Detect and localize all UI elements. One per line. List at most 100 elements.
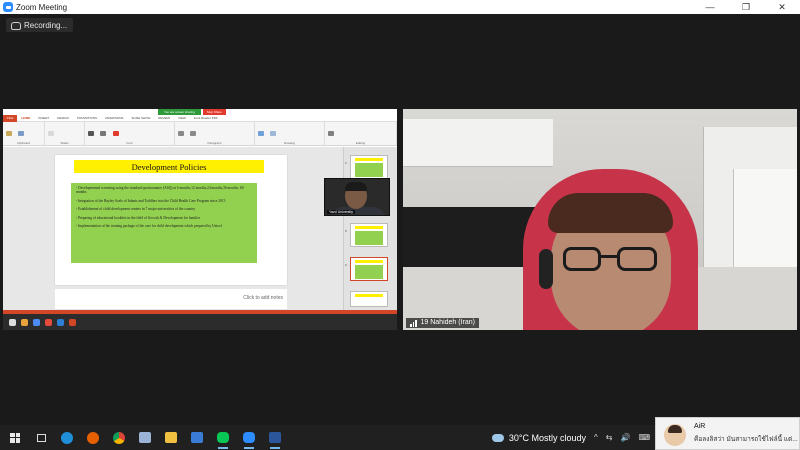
word-icon [269, 432, 281, 443]
speaker-person [563, 247, 601, 271]
zoom-icon [243, 432, 255, 443]
weather-widget[interactable]: 30°C Mostly cloudy [509, 433, 586, 443]
start-button[interactable] [2, 425, 28, 450]
ribbon-group-slides: Slides [45, 122, 85, 146]
video-background [403, 119, 553, 167]
slide-title: Development Policies [74, 160, 264, 173]
ribbon-group-label: Drawing [283, 141, 295, 145]
screen-share-bar: You are screen sharing Stop Share [158, 109, 226, 115]
ppt-ribbon-tabs: FILE HOME INSERT DESIGN TRANSITIONS ANIM… [3, 114, 397, 122]
ribbon-group-clipboard: Clipboard [3, 122, 45, 146]
store-taskbar-button[interactable] [184, 425, 210, 450]
headset [539, 249, 553, 289]
chrome-icon [33, 318, 40, 326]
explorer-taskbar-button[interactable] [158, 425, 184, 450]
video-background [733, 169, 797, 279]
zoom-logo-icon [3, 2, 13, 12]
slide-thumbnail[interactable] [350, 223, 388, 247]
cloud-recording-icon [10, 21, 21, 30]
avatar [664, 424, 686, 446]
edge-icon [61, 431, 73, 444]
participant-name-tag: 19 Nahideh (Iran) [406, 318, 479, 328]
ribbon-group-label: Clipboard [17, 141, 30, 145]
pip-person [345, 182, 367, 191]
volume-icon[interactable]: 🔊 [620, 433, 630, 442]
recording-label: Recording... [24, 20, 68, 30]
stop-share-button[interactable]: Stop Share [202, 109, 226, 115]
minimize-button[interactable]: — [692, 0, 728, 14]
new-slide-icon[interactable] [48, 131, 54, 136]
chrome-taskbar-button[interactable] [106, 425, 132, 450]
italic-icon[interactable] [100, 131, 107, 136]
sharing-status: You are screen sharing [158, 109, 201, 115]
tab-home[interactable]: HOME [17, 116, 34, 120]
slide-bullet: - Establishment of child development cen… [76, 207, 196, 212]
arrange-icon[interactable] [270, 131, 277, 136]
slide-thumbnail[interactable] [350, 155, 388, 179]
paint-icon [139, 432, 151, 443]
ribbon-group-paragraph: Paragraph [175, 122, 255, 146]
slide-thumbnail[interactable] [350, 291, 388, 307]
pip-name-label: Yazd University [327, 210, 356, 214]
slide-bullet: - Implementation of the training package… [76, 224, 222, 229]
speaker-person [548, 193, 673, 233]
notes-placeholder: Click to add notes [243, 295, 283, 301]
tab-foxit[interactable]: Foxit Reader PDF [190, 116, 222, 120]
tab-animations[interactable]: ANIMATIONS [101, 116, 127, 120]
keyboard-icon[interactable]: ⌨ [638, 433, 650, 442]
firefox-taskbar-button[interactable] [80, 425, 106, 450]
paste-icon[interactable] [6, 131, 12, 136]
paint-taskbar-button[interactable] [132, 425, 158, 450]
chrome-icon [113, 431, 125, 444]
ribbon-group-label: Slides [60, 141, 69, 145]
window-controls: — ❐ ✕ [692, 0, 800, 14]
line-icon [217, 432, 229, 443]
find-icon[interactable] [328, 131, 334, 136]
slide-bullet: - Developmental screening using the stan… [76, 186, 244, 195]
app-icon [45, 318, 52, 326]
shapes-icon[interactable] [258, 131, 264, 136]
word-taskbar-button[interactable] [262, 425, 288, 450]
maximize-button[interactable]: ❐ [728, 0, 764, 14]
store-icon [191, 432, 203, 443]
tab-insert[interactable]: INSERT [34, 116, 53, 120]
align-icon[interactable] [190, 131, 197, 136]
thumb-number: 9 [345, 263, 347, 267]
line-taskbar-button[interactable] [210, 425, 236, 450]
bullets-icon[interactable] [178, 131, 184, 136]
tab-slide-show[interactable]: SLIDE SHOW [127, 116, 154, 120]
task-view-button[interactable] [28, 425, 54, 450]
folder-icon [21, 318, 28, 326]
slide-canvas[interactable]: Development Policies - Developmental scr… [55, 155, 287, 285]
zoom-taskbar-button[interactable] [236, 425, 262, 450]
speaker-person [617, 247, 657, 271]
ribbon-group-label: Editing [355, 141, 366, 145]
edge-taskbar-button[interactable] [54, 425, 80, 450]
notification-sender: AiR [694, 423, 706, 430]
notification-message: คือลงลิสว่า มันสามารถใช้ไฟล์นี้ แต่... [694, 436, 798, 443]
show-hidden-icons-icon[interactable]: ^ [594, 433, 598, 442]
ribbon-group-drawing: Drawing [255, 122, 325, 146]
tab-review[interactable]: REVIEW [154, 116, 174, 120]
network-icon[interactable]: ⇆ [606, 433, 613, 442]
notes-pane[interactable]: Click to add notes [55, 289, 287, 309]
slide-thumbnails: 6 7 8 9 [343, 147, 397, 319]
participant-video[interactable]: 19 Nahideh (Iran) [403, 109, 797, 330]
slide-bullet: - Integration of the Bayley Scale of Inf… [76, 198, 226, 203]
bold-icon[interactable] [88, 131, 94, 136]
recording-indicator[interactable]: Recording... [6, 18, 74, 32]
tab-transitions[interactable]: TRANSITIONS [73, 116, 101, 120]
tab-design[interactable]: DESIGN [53, 116, 73, 120]
notification-toast[interactable]: AiR คือลงลิสว่า มันสามารถใช้ไฟล์นี้ แต่.… [655, 417, 800, 450]
slide-thumbnail-selected[interactable] [350, 257, 388, 281]
firefox-icon [87, 431, 99, 444]
zoom-meeting-window: Zoom Meeting — ❐ ✕ Recording... You are … [0, 0, 800, 450]
close-button[interactable]: ✕ [764, 0, 800, 14]
speaker-pip-video[interactable]: Yazd University [324, 178, 390, 216]
windows-icon [9, 318, 16, 326]
shared-screen[interactable]: You are screen sharing Stop Share FILE H… [3, 109, 397, 330]
tab-file[interactable]: FILE [3, 114, 18, 122]
cut-icon[interactable] [18, 131, 25, 136]
font-color-icon[interactable] [112, 131, 119, 136]
tab-view[interactable]: VIEW [174, 116, 190, 120]
